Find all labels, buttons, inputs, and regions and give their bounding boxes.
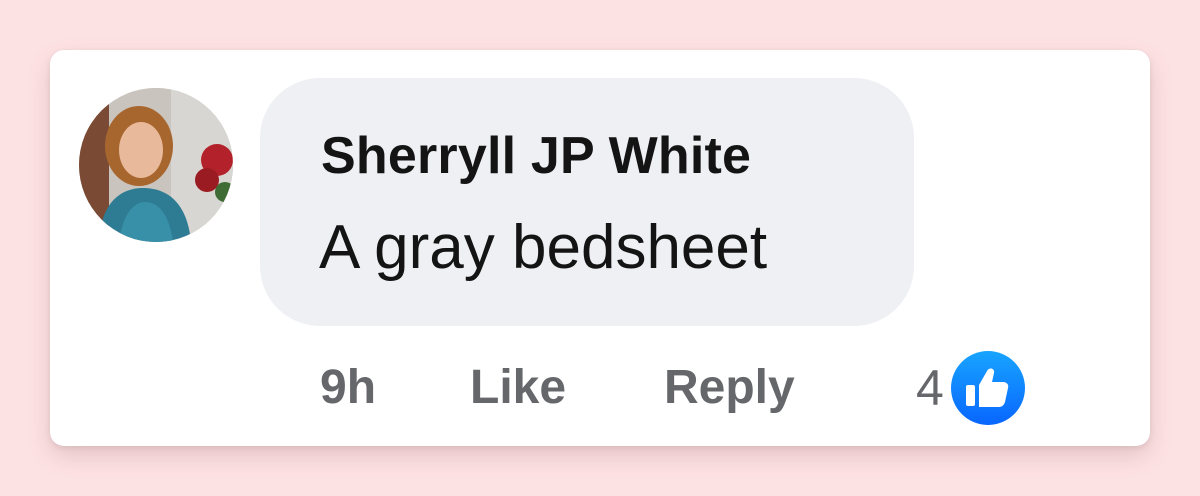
avatar-photo xyxy=(79,88,233,242)
avatar[interactable] xyxy=(79,88,233,242)
like-button[interactable]: Like xyxy=(470,358,566,418)
comment-card: Sherryll JP White A gray bedsheet 9h Lik… xyxy=(50,50,1150,446)
thumbs-up-icon xyxy=(950,351,1025,425)
comment-timestamp[interactable]: 9h xyxy=(320,358,376,418)
reply-button[interactable]: Reply xyxy=(664,358,795,418)
like-reaction-badge xyxy=(945,346,1030,430)
comment-author[interactable]: Sherryll JP White xyxy=(321,126,751,186)
reaction-count: 4 xyxy=(916,360,944,416)
comment-text: A gray bedsheet xyxy=(319,213,768,282)
reaction-summary[interactable]: 4 xyxy=(916,346,1030,430)
comment-bubble: Sherryll JP White A gray bedsheet xyxy=(260,78,914,326)
